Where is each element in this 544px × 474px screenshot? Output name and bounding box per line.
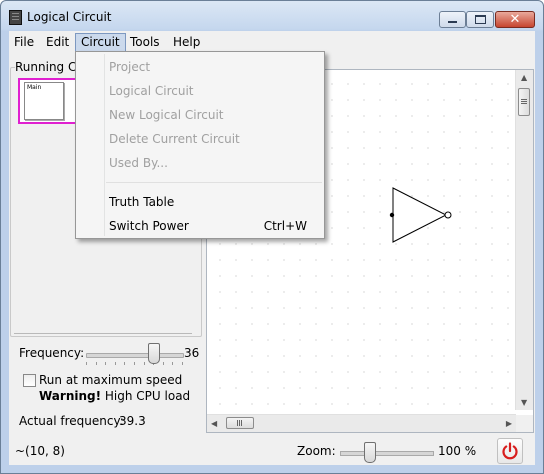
frequency-label: Frequency: [19, 346, 85, 360]
frequency-slider-track[interactable] [86, 353, 184, 358]
menu-item-logical-circuit[interactable]: Logical Circuit [109, 80, 319, 102]
menu-item-switch-power[interactable]: Switch Power Ctrl+W [109, 215, 319, 237]
frequency-slider-tick [105, 362, 107, 365]
menu-edit[interactable]: Edit [41, 34, 74, 51]
app-icon [9, 10, 22, 25]
menu-tools[interactable]: Tools [125, 34, 165, 51]
frequency-slider-tick [172, 362, 174, 365]
not-gate-output-pin[interactable] [444, 211, 452, 219]
power-icon [502, 442, 518, 460]
running-circuits-label: Running Ci [15, 60, 82, 74]
menu-item-used-by[interactable]: Used By... [109, 152, 319, 174]
warning-detail: High CPU load [101, 389, 191, 403]
circuit-thumbnail[interactable]: Main M [18, 78, 85, 124]
menu-separator [106, 182, 322, 183]
zoom-value: 100 % [438, 444, 477, 458]
frequency-slider-tick [182, 362, 183, 365]
thumbnail-preview: Main [24, 82, 64, 120]
frequency-slider-tick [114, 362, 116, 365]
frequency-slider-thumb[interactable] [148, 343, 161, 364]
not-gate-body[interactable] [392, 187, 448, 243]
switch-power-shortcut: Ctrl+W [263, 219, 307, 233]
run-max-speed-checkbox[interactable] [23, 374, 36, 387]
minimize-button[interactable] [439, 11, 466, 28]
actual-frequency-label: Actual frequency: [19, 414, 124, 428]
switch-power-label: Switch Power [109, 219, 189, 233]
vertical-scrollbar[interactable]: ▲ ▼ [515, 70, 533, 410]
maximize-button[interactable] [466, 11, 494, 28]
thumbnail-label: Main [27, 84, 42, 91]
menu-item-project[interactable]: Project [109, 56, 319, 78]
frequency-slider-tick [124, 362, 126, 365]
vertical-scroll-thumb[interactable] [518, 88, 530, 116]
frequency-slider-tick [86, 362, 87, 365]
frequency-slider-tick [162, 362, 164, 365]
frequency-slider-tick [95, 362, 97, 365]
cursor-coordinates: ~(10, 8) [15, 444, 65, 458]
actual-frequency-value: 39.3 [119, 414, 146, 428]
power-button[interactable] [497, 438, 523, 464]
close-button[interactable]: ✕ [495, 11, 535, 28]
warning-bold: Warning! [39, 389, 102, 403]
menu-item-new-logical-circuit[interactable]: New Logical Circuit [109, 104, 319, 126]
menu-item-delete-current-circuit[interactable]: Delete Current Circuit [109, 128, 319, 150]
scroll-down-icon[interactable]: ▼ [521, 398, 527, 407]
menu-item-truth-table[interactable]: Truth Table [109, 191, 319, 213]
menu-file[interactable]: File [9, 34, 39, 51]
menu-bar: File Edit Circuit Tools Help [9, 31, 535, 53]
title-bar[interactable]: Logical Circuit ✕ [1, 1, 543, 31]
menu-circuit[interactable]: Circuit [75, 33, 126, 52]
warning-text: Warning! High CPU load [39, 389, 190, 403]
scroll-corner [516, 415, 533, 432]
close-icon: ✕ [509, 12, 521, 27]
minimize-icon [440, 12, 465, 27]
frequency-slider-tick [134, 362, 135, 365]
scroll-left-icon[interactable]: ◀ [211, 419, 217, 428]
circuit-menu-dropdown: Project Logical Circuit New Logical Circ… [75, 51, 325, 239]
zoom-slider-track[interactable] [340, 451, 434, 456]
scroll-right-icon[interactable]: ▶ [506, 419, 512, 428]
window-title: Logical Circuit [27, 10, 112, 24]
status-bar: ~(10, 8) Zoom: 100 % [9, 437, 535, 465]
horizontal-scroll-thumb[interactable] [226, 417, 254, 429]
not-gate-input-pin[interactable] [389, 212, 395, 218]
zoom-label: Zoom: [297, 444, 336, 458]
frequency-value: 36 [184, 346, 200, 360]
menu-help[interactable]: Help [168, 34, 205, 51]
frequency-slider-tick [143, 362, 145, 365]
scroll-up-icon[interactable]: ▲ [521, 73, 527, 82]
zoom-slider-thumb[interactable] [364, 442, 376, 463]
panel-separator [14, 333, 192, 334]
horizontal-scrollbar[interactable]: ◀ ▶ [207, 414, 516, 432]
run-max-speed-label[interactable]: Run at maximum speed [39, 373, 182, 387]
maximize-icon [467, 12, 493, 27]
